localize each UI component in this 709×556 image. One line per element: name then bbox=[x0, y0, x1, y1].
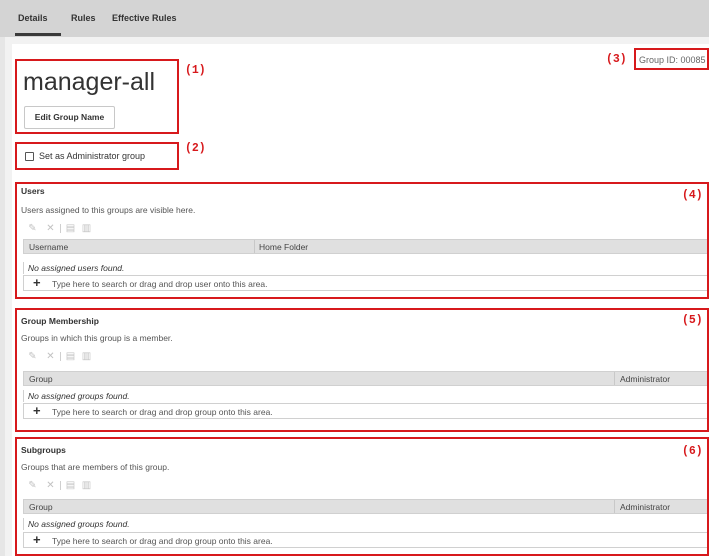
annotation-box-2 bbox=[15, 142, 179, 170]
annotation-label-6: (6) bbox=[682, 445, 703, 458]
annotation-label-2: (2) bbox=[185, 142, 206, 155]
annotation-box-5 bbox=[15, 308, 709, 432]
annotation-label-1: (1) bbox=[185, 64, 206, 77]
tab-effective-rules[interactable]: Effective Rules bbox=[112, 13, 177, 23]
annotation-box-1 bbox=[15, 59, 179, 134]
tab-rules[interactable]: Rules bbox=[71, 13, 96, 23]
tab-details[interactable]: Details bbox=[18, 13, 48, 23]
annotation-box-4 bbox=[15, 182, 709, 299]
annotation-label-3: (3) bbox=[606, 53, 627, 66]
annotation-label-4: (4) bbox=[682, 189, 703, 202]
annotation-box-6 bbox=[15, 437, 709, 556]
tab-bar: Details Rules Effective Rules bbox=[0, 0, 709, 37]
active-tab-indicator bbox=[15, 33, 61, 36]
annotation-label-5: (5) bbox=[682, 314, 703, 327]
annotation-box-3 bbox=[634, 48, 709, 70]
